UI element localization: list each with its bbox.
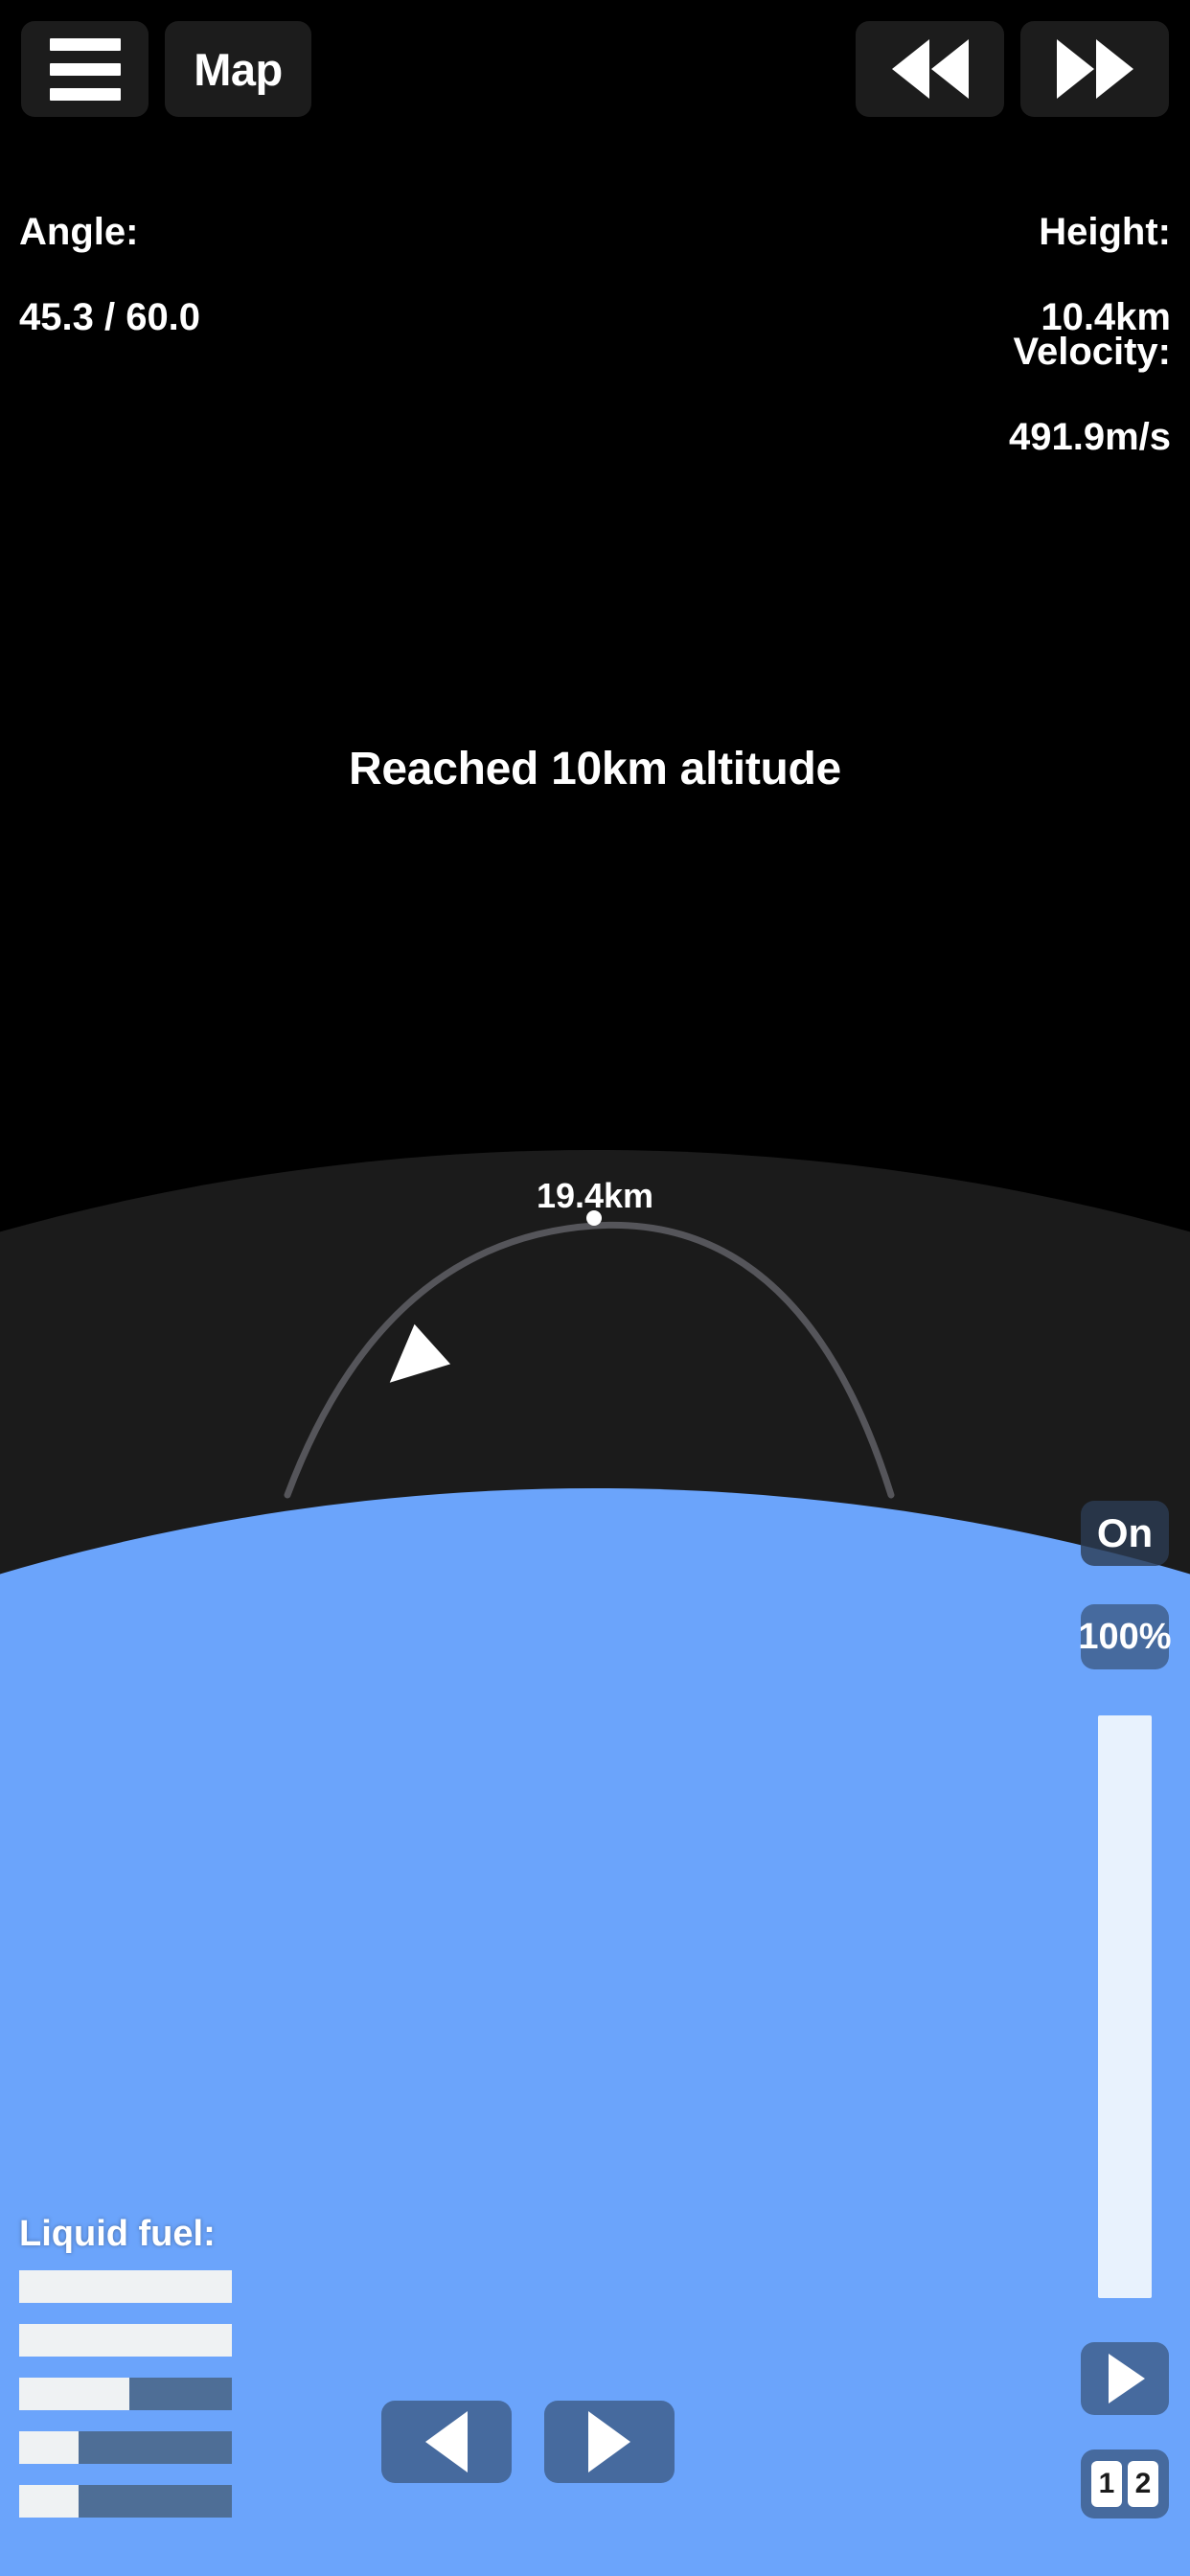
velocity-readout: Velocity: 491.9m/s [1009,288,1171,502]
top-left-toolbar: Map [21,21,311,117]
top-right-toolbar [856,21,1169,117]
map-button[interactable]: Map [165,21,311,117]
rotate-right-icon [588,2411,630,2472]
fuel-bar-level [19,2324,232,2357]
height-label: Height: [1039,210,1171,253]
fuel-bar-list [19,2270,232,2518]
rotate-left-icon [425,2411,468,2472]
hamburger-menu-icon [49,37,121,101]
fuel-bar-level [19,2485,80,2518]
fuel-bar-level [19,2378,130,2410]
apoapsis-label: 19.4km [536,1176,654,1215]
rotate-left-button[interactable] [381,2401,512,2483]
rcs-toggle-button[interactable]: On [1081,1501,1169,1566]
velocity-label: Velocity: [1013,330,1171,373]
fuel-bar [19,2270,232,2303]
throttle-slider-fill [1098,1715,1152,2298]
stage-activate-button[interactable] [1081,2342,1169,2415]
rotation-controls [381,2401,675,2483]
stage-chip-2[interactable]: 2 [1128,2461,1158,2507]
fuel-bar [19,2431,232,2464]
stage-chip-1[interactable]: 1 [1091,2461,1122,2507]
angle-label: Angle: [19,210,139,253]
notification-banner: Reached 10km altitude [349,744,841,794]
throttle-slider[interactable] [1098,1715,1152,2298]
play-stage-icon [1109,2354,1145,2404]
angle-value: 45.3 / 60.0 [19,296,201,339]
rewind-button[interactable] [856,21,1004,117]
fuel-bar-level [19,2431,80,2464]
rewind-icon [891,39,969,99]
menu-button[interactable] [21,21,149,117]
fuel-bar-level [19,2270,232,2303]
fast-forward-icon [1056,39,1133,99]
throttle-value-button[interactable]: 100% [1078,1604,1172,1669]
fuel-bar [19,2324,232,2357]
fuel-bar [19,2485,232,2518]
fuel-bar [19,2378,232,2410]
angle-readout: Angle: 45.3 / 60.0 [19,168,200,382]
fast-forward-button[interactable] [1020,21,1169,117]
stage-selector[interactable]: 1 2 [1081,2450,1169,2518]
fuel-gauge: Liquid fuel: [19,2214,232,2539]
fuel-title: Liquid fuel: [19,2214,216,2254]
rotate-right-button[interactable] [544,2401,675,2483]
velocity-value: 491.9m/s [1008,416,1171,459]
